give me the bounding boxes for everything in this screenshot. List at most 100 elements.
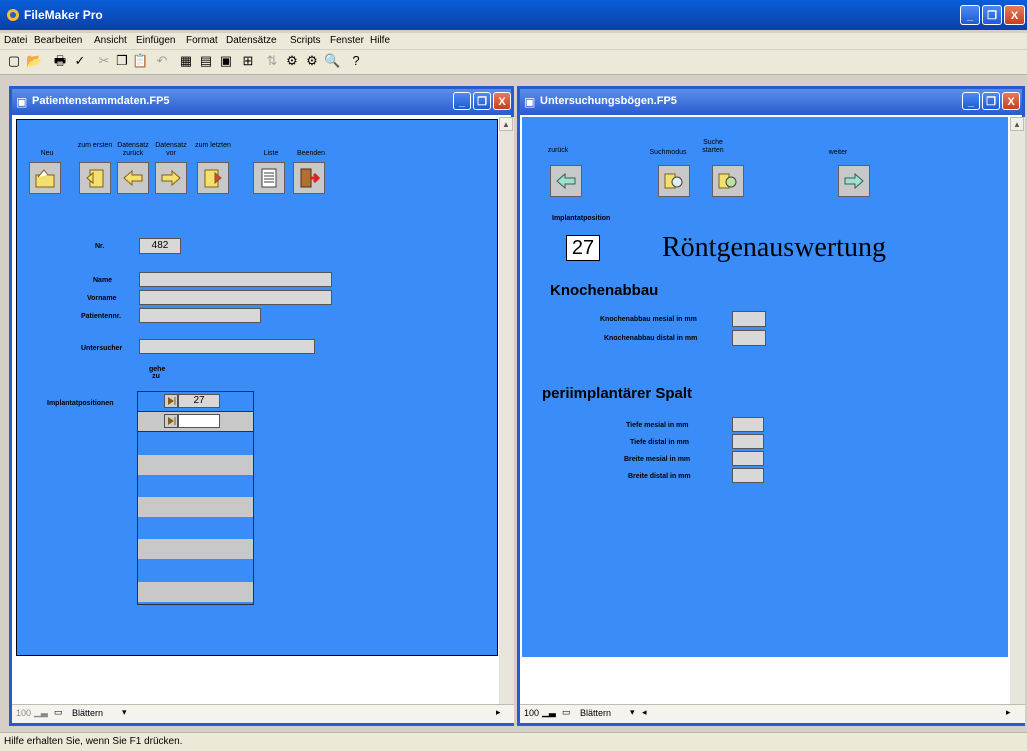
omit-icon[interactable]: ⚙: [304, 53, 320, 69]
name-label: Name: [93, 277, 113, 284]
menu-fenster[interactable]: Fenster: [330, 35, 364, 46]
preview-mode-icon[interactable]: ⊞: [240, 53, 256, 69]
cut-icon[interactable]: ✂: [96, 53, 112, 69]
zoom-icon[interactable]: ▁▃: [542, 707, 556, 718]
left-vertical-scrollbar[interactable]: ▲: [499, 117, 514, 710]
spellcheck-icon[interactable]: ✓: [72, 53, 88, 69]
app-title-bar: FileMaker Pro _ ❐ X: [0, 0, 1027, 30]
vorname-label: Vorname: [87, 295, 117, 302]
previous-record-button[interactable]: [117, 162, 149, 194]
knochenabbau-mesial-field[interactable]: [732, 311, 766, 327]
scroll-left-icon[interactable]: ◂: [642, 707, 647, 718]
scroll-right-icon[interactable]: ▸: [1006, 707, 1011, 718]
back-button[interactable]: [550, 165, 582, 197]
mode-label[interactable]: Blättern: [72, 708, 103, 718]
implantat-position-field[interactable]: 27: [178, 394, 220, 408]
tiefe-distal-field[interactable]: [732, 434, 764, 449]
copy-icon[interactable]: ❐: [114, 53, 130, 69]
goto-button[interactable]: [164, 414, 178, 428]
zoom-level[interactable]: 100: [16, 708, 31, 718]
find-mode-icon[interactable]: ▤: [198, 53, 214, 69]
vorname-field[interactable]: [139, 290, 332, 305]
right-window: ▣ Untersuchungsbögen.FP5 _ ❐ X zurück Su…: [517, 86, 1025, 726]
name-field[interactable]: [139, 272, 332, 287]
browse-mode-icon[interactable]: ▦: [178, 53, 194, 69]
zum-ersten-label: zum ersten: [77, 142, 113, 149]
knochenabbau-distal-field[interactable]: [732, 330, 766, 346]
help-icon[interactable]: ?: [348, 53, 364, 69]
scroll-up-icon[interactable]: ▲: [1010, 117, 1024, 131]
scroll-up-icon[interactable]: ▲: [499, 117, 513, 131]
next-record-button[interactable]: [155, 162, 187, 194]
nr-field[interactable]: 482: [139, 238, 181, 254]
layout-mode-icon[interactable]: ▣: [218, 53, 234, 69]
sort-icon[interactable]: ⇅: [264, 53, 280, 69]
left-window-title: Patientenstammdaten.FP5: [32, 95, 170, 107]
scroll-right-icon[interactable]: ▸: [496, 707, 501, 718]
print-icon[interactable]: 🖶: [52, 53, 68, 69]
menu-format[interactable]: Format: [186, 35, 218, 46]
app-maximize-button[interactable]: ❐: [982, 5, 1002, 25]
zoom-icon[interactable]: ▁▃: [34, 707, 48, 718]
document-icon: ▣: [16, 95, 28, 109]
find-all-icon[interactable]: ⚙: [284, 53, 300, 69]
implantat-portal: 27: [137, 391, 254, 605]
paste-icon[interactable]: 📋: [132, 53, 148, 69]
implantatposition-field[interactable]: 27: [566, 235, 600, 261]
undo-icon[interactable]: ↶: [154, 53, 170, 69]
left-window-title-bar: ▣ Patientenstammdaten.FP5 _ ❐ X: [12, 89, 511, 115]
forward-button[interactable]: [838, 165, 870, 197]
right-vertical-scrollbar[interactable]: ▲: [1010, 117, 1025, 710]
app-close-button[interactable]: X: [1004, 5, 1025, 25]
suche-starten-label: Suche starten: [702, 139, 724, 154]
breite-mesial-label: Breite mesial in mm: [624, 456, 691, 463]
status-toggle-icon[interactable]: ▭: [562, 707, 571, 718]
status-toggle-icon[interactable]: ▭: [54, 707, 63, 718]
weiter-label: weiter: [828, 149, 848, 156]
goto-arrow-icon: [168, 417, 176, 425]
menu-bearbeiten[interactable]: Bearbeiten: [34, 35, 82, 46]
new-record-button[interactable]: [29, 162, 61, 194]
exit-button[interactable]: [293, 162, 325, 194]
right-minimize-button[interactable]: _: [962, 92, 980, 110]
menu-ansicht[interactable]: Ansicht: [94, 35, 127, 46]
menu-einfuegen[interactable]: Einfügen: [136, 35, 175, 46]
left-maximize-button[interactable]: ❐: [473, 92, 491, 110]
right-maximize-button[interactable]: ❐: [982, 92, 1000, 110]
menu-scripts[interactable]: Scripts: [290, 35, 321, 46]
tiefe-mesial-field[interactable]: [732, 417, 764, 432]
breite-distal-field[interactable]: [732, 468, 764, 483]
menu-bar: Datei Bearbeiten Ansicht Einfügen Format…: [0, 33, 1027, 49]
left-minimize-button[interactable]: _: [453, 92, 471, 110]
menu-datei[interactable]: Datei: [4, 35, 27, 46]
beenden-label: Beenden: [296, 150, 326, 157]
zoom-level[interactable]: 100: [524, 708, 539, 718]
find-mode-button[interactable]: [658, 165, 690, 197]
last-record-button[interactable]: [197, 162, 229, 194]
right-layout-area: zurück Suchmodus Suche starten weiter Im…: [522, 117, 1008, 657]
mode-label[interactable]: Blättern: [580, 708, 611, 718]
start-search-button[interactable]: [712, 165, 744, 197]
app-minimize-button[interactable]: _: [960, 5, 980, 25]
mode-dropdown-icon[interactable]: ▾: [630, 707, 635, 718]
status-text: Hilfe erhalten Sie, wenn Sie F1 drücken.: [4, 736, 183, 747]
first-record-button[interactable]: [79, 162, 111, 194]
breite-mesial-field[interactable]: [732, 451, 764, 466]
knochenabbau-heading: Knochenabbau: [550, 282, 659, 299]
list-button[interactable]: [253, 162, 285, 194]
menu-hilfe[interactable]: Hilfe: [370, 35, 390, 46]
new-file-icon[interactable]: ▢: [6, 53, 22, 69]
untersucher-field[interactable]: [139, 339, 315, 354]
patientennr-field[interactable]: [139, 308, 261, 323]
implantat-position-field[interactable]: [178, 414, 220, 428]
find-icon[interactable]: 🔍: [324, 53, 340, 69]
right-window-title-bar: ▣ Untersuchungsbögen.FP5 _ ❐ X: [520, 89, 1022, 115]
mode-dropdown-icon[interactable]: ▾: [122, 707, 127, 718]
right-close-button[interactable]: X: [1002, 92, 1020, 110]
goto-button[interactable]: [164, 394, 178, 408]
find-magnifier-icon: [664, 173, 683, 189]
menu-datensaetze[interactable]: Datensätze: [226, 35, 277, 46]
open-file-icon[interactable]: 📂: [26, 53, 42, 69]
left-close-button[interactable]: X: [493, 92, 511, 110]
last-record-icon: [204, 169, 222, 188]
